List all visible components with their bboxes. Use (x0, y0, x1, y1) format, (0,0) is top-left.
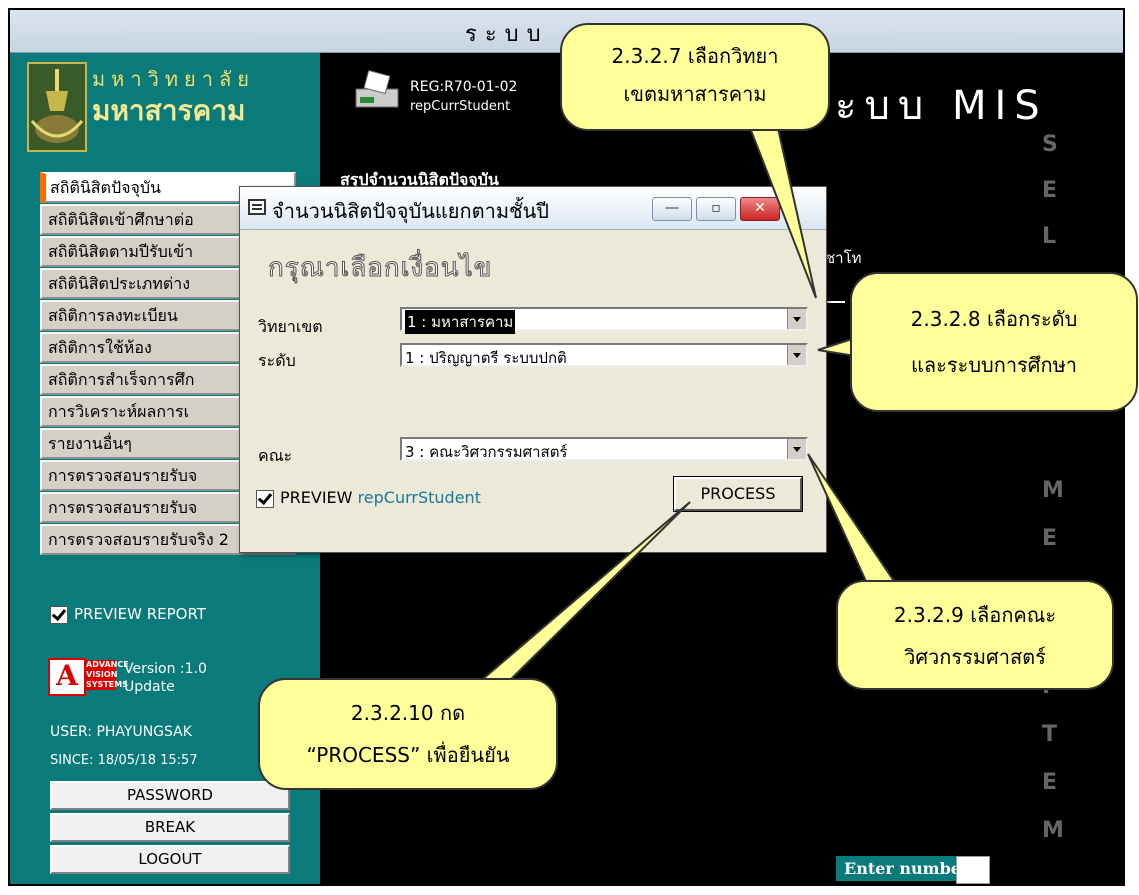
callout-text: 2.3.2.9 เลือกคณะ (893, 603, 1057, 627)
callout-pointer (467, 501, 691, 691)
callout-pointer (743, 114, 817, 299)
callout-text: เขตมหาสารคาม (623, 82, 767, 106)
callout-step-2-3-2-8: 2.3.2.8 เลือกระดับ และระบบการศึกษา (850, 272, 1138, 412)
callout-step-2-3-2-7: 2.3.2.7 เลือกวิทยา เขตมหาสารคาม (560, 23, 830, 131)
callout-text: และระบบการศึกษา (910, 353, 1078, 377)
callout-step-2-3-2-9: 2.3.2.9 เลือกคณะ วิศวกรรมศาสตร์ (836, 580, 1114, 690)
callout-text: 2.3.2.10 กด (350, 701, 466, 725)
callout-text: 2.3.2.7 เลือกวิทยา (611, 44, 779, 68)
callout-text: “PROCESS” เพื่อยืนยัน (306, 743, 510, 767)
callout-text: วิศวกรรมศาสตร์ (904, 645, 1046, 669)
callout-pointers (467, 114, 902, 691)
callout-text: 2.3.2.8 เลือกระดับ (910, 307, 1078, 331)
callout-pointer (807, 453, 902, 591)
callout-step-2-3-2-10: 2.3.2.10 กด “PROCESS” เพื่อยืนยัน (258, 678, 558, 790)
